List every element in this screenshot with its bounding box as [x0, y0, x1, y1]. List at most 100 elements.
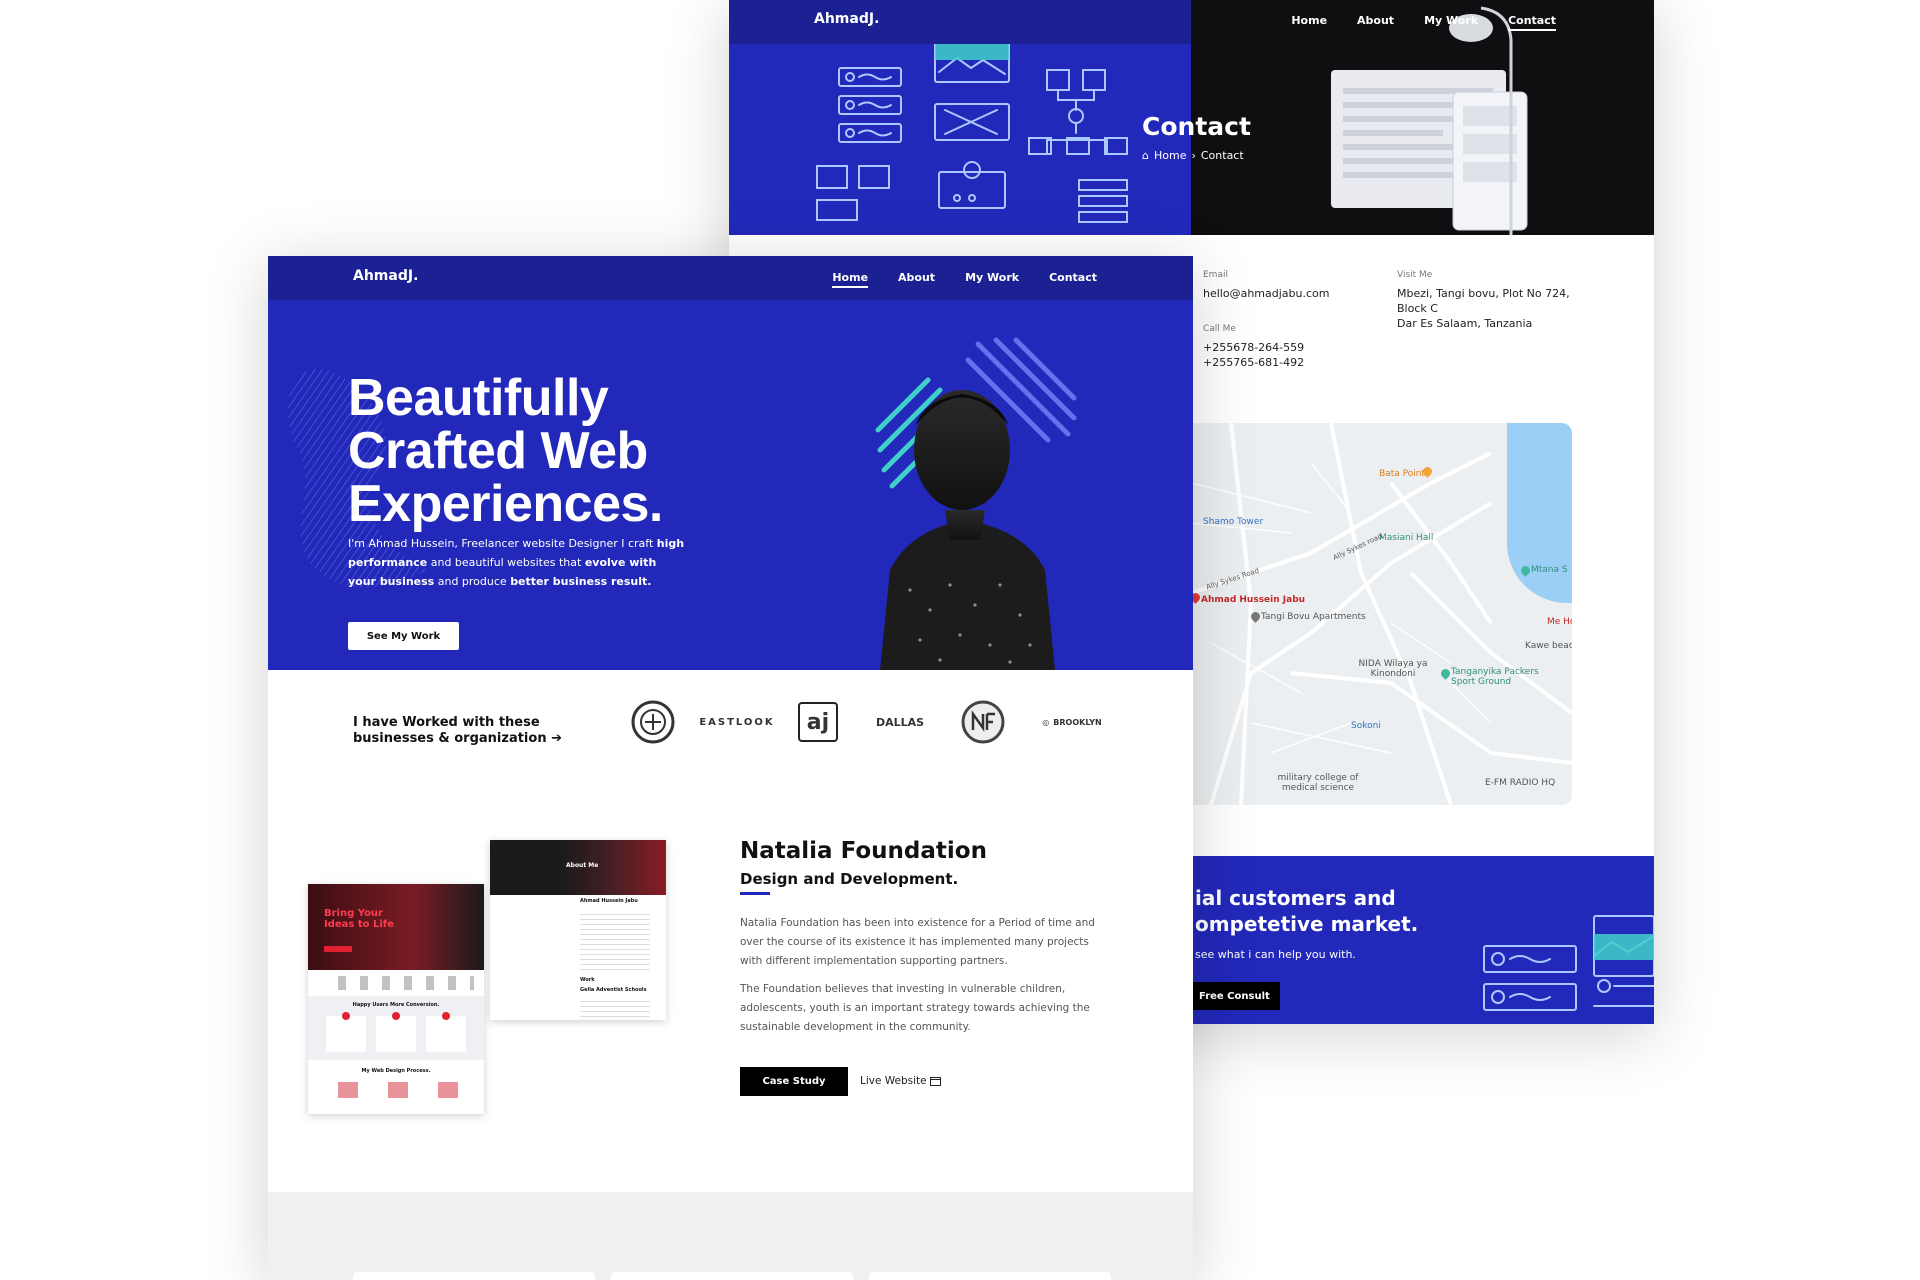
map-label-nida: NIDA Wilaya ya Kinondoni [1358, 659, 1428, 679]
map-label-me-ho: Me Ho [1547, 617, 1572, 627]
contact-nav-my-work[interactable]: My Work [1424, 14, 1478, 31]
thumb-about-title: About Me [566, 862, 599, 869]
hero-desc-part: I'm Ahmad Hussein, Freelancer website De… [348, 537, 657, 550]
thumb-process-illustration [438, 1082, 458, 1098]
email-block: Email hello@ahmadjabu.com [1203, 270, 1329, 301]
client-logo-brooklyn: ◎ BROOKLYN [1032, 702, 1112, 742]
cta-subtitle: see what i can help you with. [1195, 948, 1356, 961]
map-label-military-college: military college of medical science [1277, 773, 1359, 793]
home-brand-logo[interactable]: AhmadJ. [353, 268, 418, 284]
contact-nav-about[interactable]: About [1357, 14, 1394, 31]
contact-hero-photo [1191, 0, 1654, 235]
thumb-text-lines [580, 910, 650, 970]
map-water [1507, 423, 1572, 603]
thumb-feature-card [326, 1012, 366, 1052]
client-logo-seal [630, 700, 676, 744]
map-label-masiani-hall: Masiani Hall [1379, 533, 1434, 543]
project-natalia-foundation: About Me Ahmad Hussein Jabu Work Gella A… [268, 790, 1193, 1190]
hero-description: I'm Ahmad Hussein, Freelancer website De… [348, 534, 688, 591]
free-consult-button[interactable]: Free Consult [1191, 982, 1280, 1010]
project-paragraph-1: Natalia Foundation has been into existen… [740, 917, 1095, 967]
breadcrumb-home[interactable]: Home [1154, 149, 1186, 162]
thumb-cta-button [324, 946, 352, 952]
home-hero: Beautifully Crafted Web Experiences. I'm… [268, 300, 1193, 670]
section-card [611, 1272, 853, 1280]
thumb-headline: Bring Your Ideas to Life [324, 908, 394, 930]
client-logo-aj: aj [798, 702, 838, 742]
contact-topbar [729, 0, 1191, 44]
phone-2[interactable]: +255765-681-492 [1203, 355, 1304, 370]
portrait-photo [880, 390, 1055, 670]
cta-headline-line2: ompetetive market. [1195, 912, 1419, 936]
contact-nav-home[interactable]: Home [1291, 14, 1327, 31]
contact-brand-logo[interactable]: AhmadJ. [814, 11, 879, 27]
home-nav-home[interactable]: Home [832, 271, 869, 288]
visit-line1: Mbezi, Tangi bovu, Plot No 724, [1397, 287, 1570, 300]
thumb-school: Gella Adventist Schools [580, 987, 647, 993]
thumb-feature-card [426, 1012, 466, 1052]
map-label-tangi-bovu-apartments: Tangi Bovu Apartments [1261, 612, 1366, 622]
clients-heading-line2: businesses & organization [353, 731, 547, 746]
client-logo-dallas: DALLAS [875, 715, 925, 729]
home-nav-about[interactable]: About [898, 271, 935, 288]
home-nav: Home About My Work Contact [832, 271, 1097, 288]
section-card [353, 1272, 595, 1280]
thumb-features: Happy Users More Conversion. [308, 996, 484, 1060]
email-label: Email [1203, 270, 1228, 280]
email-value[interactable]: hello@ahmadjabu.com [1203, 286, 1329, 301]
phone-1[interactable]: +255678-264-559 [1203, 340, 1304, 355]
live-website-link[interactable]: Live Website [860, 1075, 941, 1087]
contact-nav-contact[interactable]: Contact [1508, 14, 1556, 31]
thumb-feature-card [376, 1012, 416, 1052]
hero-desc-part: and beautiful websites that [427, 556, 585, 569]
visit-label: Visit Me [1397, 270, 1433, 280]
thumb-process: My Web Design Process. [361, 1068, 431, 1074]
case-study-button[interactable]: Case Study [740, 1067, 848, 1096]
cta-headline-line1: ial customers and [1195, 886, 1396, 910]
live-website-label: Live Website [860, 1075, 927, 1087]
project-title: Natalia Foundation [740, 838, 987, 864]
breadcrumb-current: Contact [1200, 149, 1244, 162]
clients-strip: I have Worked with these businesses & or… [268, 670, 1193, 790]
map-label-ahmad-hussein-jabu[interactable]: Ahmad Hussein Jabu [1201, 595, 1305, 605]
map-label-tanganyika-packers: Tanganyika Packers Sport Ground [1451, 667, 1539, 687]
contact-nav: Home About My Work Contact [1291, 14, 1556, 31]
project-subtitle: Design and Development. [740, 870, 959, 888]
client-logo-nf [960, 700, 1006, 744]
project-underline [740, 892, 770, 895]
hero-title-line1: Beautifully [348, 369, 609, 427]
home-nav-my-work[interactable]: My Work [965, 271, 1019, 288]
nf-badge-icon [961, 700, 1005, 744]
thumb-process-illustration [388, 1082, 408, 1098]
thumb-process-illustration [338, 1082, 358, 1098]
contact-hero: AhmadJ. Home About My Work Contact Conta… [729, 0, 1654, 235]
project-thumbnail-about: About Me Ahmad Hussein Jabu Work Gella A… [490, 840, 666, 1020]
map-label-sokoni: Sokoni [1351, 721, 1381, 731]
next-section [268, 1192, 1193, 1280]
wireframe-sketch-icon [1483, 915, 1654, 1011]
home-nav-contact[interactable]: Contact [1049, 271, 1097, 288]
breadcrumb: ⌂ Home › Contact [1142, 149, 1244, 162]
hero-desc-bold: better business result. [510, 575, 652, 588]
thumb-work: Work [580, 977, 595, 983]
project-paragraph-2: The Foundation believes that investing i… [740, 983, 1090, 1033]
map-label-bata-point: Bata Point [1379, 469, 1425, 479]
brooklyn-circle-icon: ◎ [1042, 717, 1050, 727]
section-card [869, 1272, 1111, 1280]
map-label-efm-radio: E-FM RADIO HQ [1485, 778, 1556, 788]
map-label-shamo-tower: Shamo Tower [1203, 517, 1264, 527]
thumb-name: Ahmad Hussein Jabu [580, 898, 638, 904]
visit-line2: Block C [1397, 302, 1438, 315]
client-logo-eastlook: EASTLOOK [699, 716, 775, 728]
map-label-mtana: Mtana S [1531, 565, 1568, 575]
hero-title: Beautifully Crafted Web Experiences. [348, 372, 768, 531]
thumb-text-lines [580, 997, 650, 1017]
hero-title-line3: Experiences. [348, 475, 663, 533]
see-my-work-button[interactable]: See My Work [348, 622, 459, 650]
location-map[interactable]: Bata Point Shamo Tower Masiani Hall Mtan… [1191, 423, 1572, 805]
external-window-icon [929, 1076, 941, 1086]
project-thumbnail-home: Bring Your Ideas to Life Happy Users Mor… [308, 884, 484, 1114]
hero-desc-part: and produce [434, 575, 511, 588]
clients-heading: I have Worked with these businesses & or… [353, 715, 562, 747]
hero-title-line2: Crafted Web [348, 422, 648, 480]
